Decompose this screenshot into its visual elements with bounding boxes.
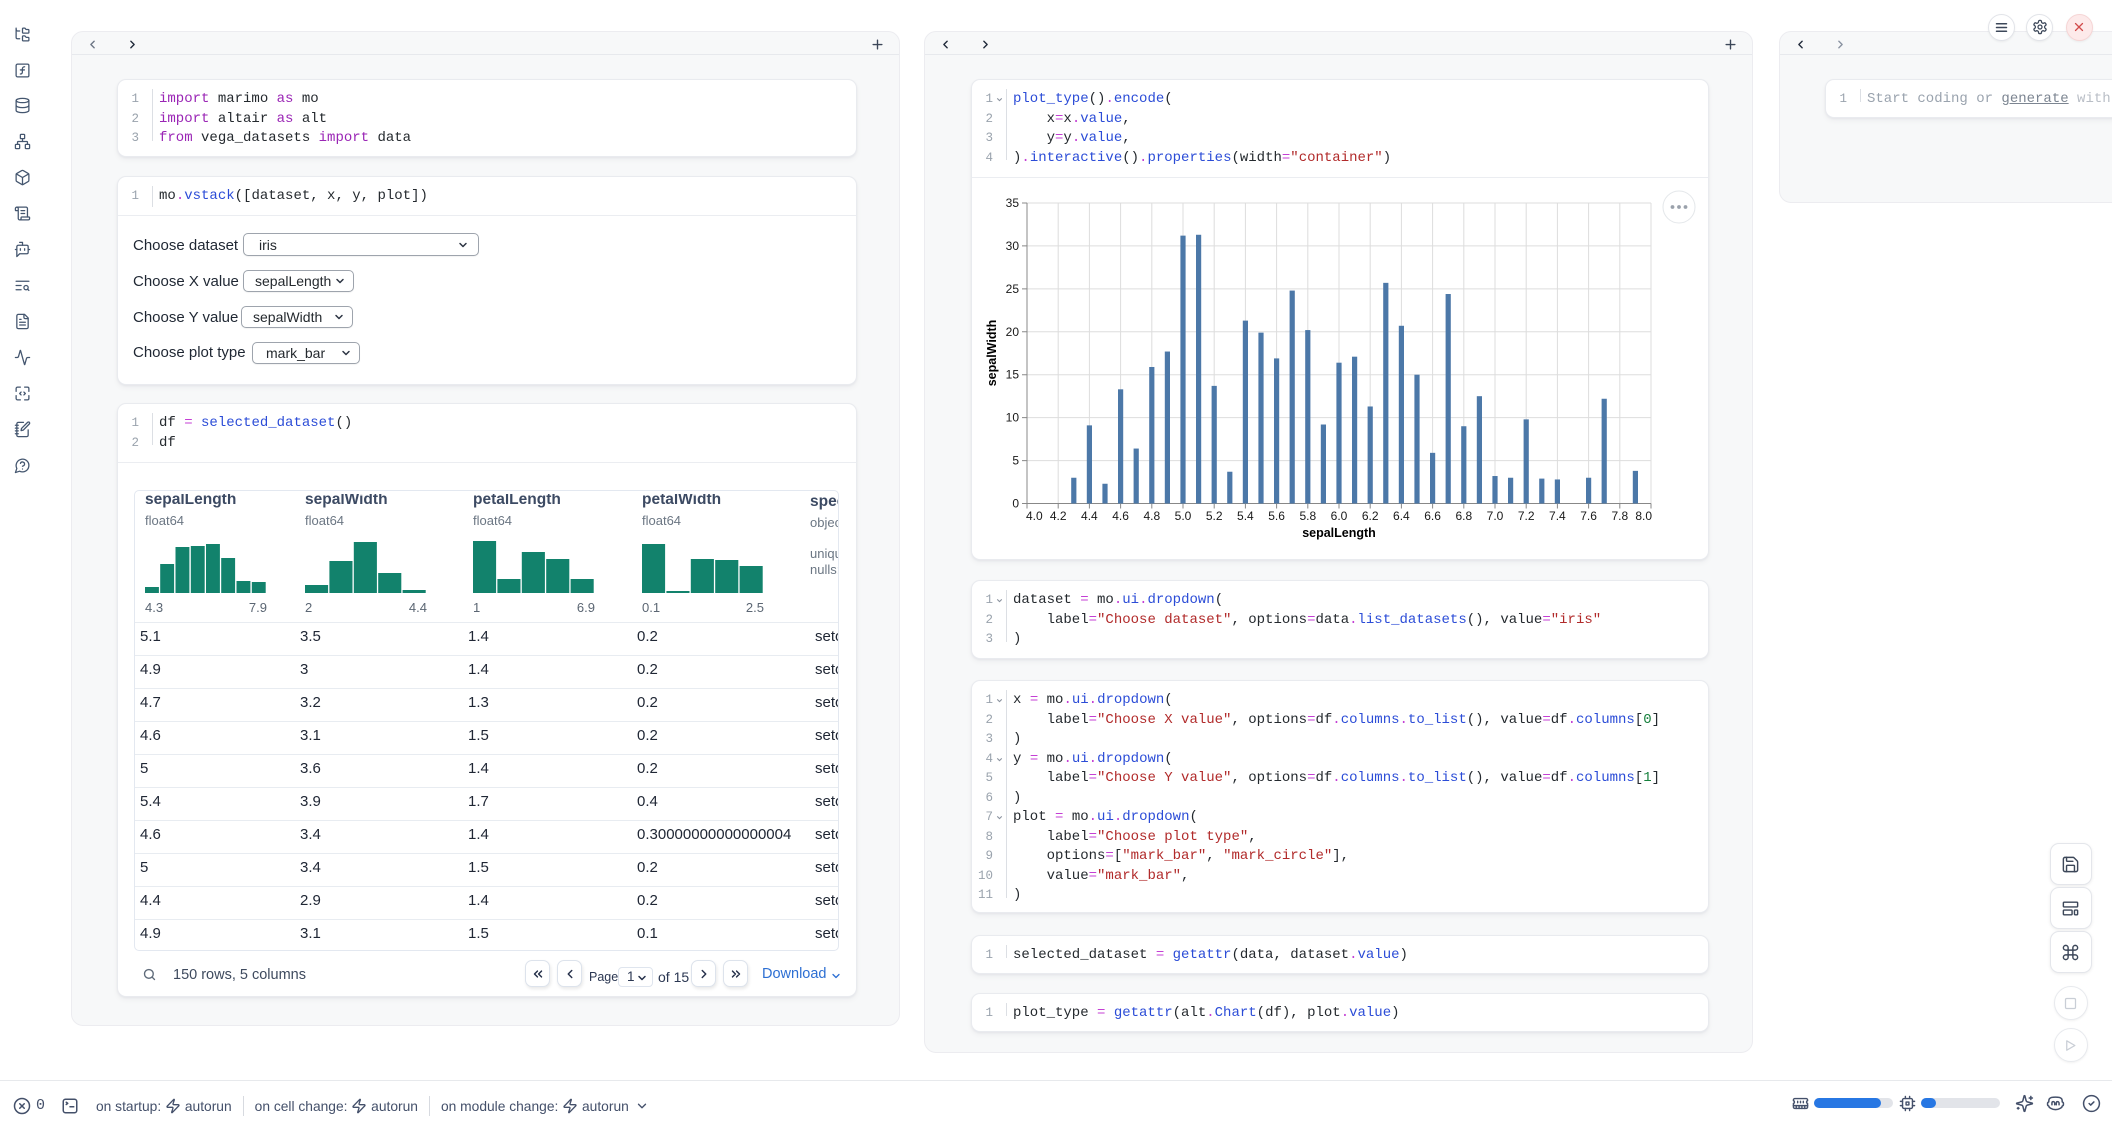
svg-text:4.6: 4.6: [1112, 509, 1129, 523]
svg-text:4.8: 4.8: [1143, 509, 1160, 523]
svg-text:sepalLength: sepalLength: [1302, 526, 1376, 540]
svg-text:6.4: 6.4: [1393, 509, 1410, 523]
svg-text:4.4: 4.4: [1081, 509, 1098, 523]
svg-text:4.2: 4.2: [1050, 509, 1067, 523]
svg-text:15: 15: [1006, 368, 1020, 382]
svg-text:7.0: 7.0: [1487, 509, 1504, 523]
svg-text:7.2: 7.2: [1518, 509, 1535, 523]
svg-text:4.0: 4.0: [1026, 509, 1043, 523]
svg-text:7.8: 7.8: [1611, 509, 1628, 523]
svg-text:5.4: 5.4: [1237, 509, 1254, 523]
svg-text:5.2: 5.2: [1206, 509, 1223, 523]
svg-text:5.6: 5.6: [1268, 509, 1285, 523]
svg-text:6.0: 6.0: [1331, 509, 1348, 523]
svg-text:6.6: 6.6: [1424, 509, 1441, 523]
svg-text:sepalWidth: sepalWidth: [985, 320, 999, 387]
svg-text:8.0: 8.0: [1635, 509, 1652, 523]
svg-text:5: 5: [1012, 454, 1019, 468]
svg-text:25: 25: [1006, 282, 1020, 296]
svg-text:6.8: 6.8: [1455, 509, 1472, 523]
svg-text:7.4: 7.4: [1549, 509, 1566, 523]
svg-text:20: 20: [1006, 325, 1020, 339]
svg-text:10: 10: [1006, 411, 1020, 425]
svg-text:5.0: 5.0: [1175, 509, 1192, 523]
svg-text:6.2: 6.2: [1362, 509, 1379, 523]
svg-text:7.6: 7.6: [1580, 509, 1597, 523]
svg-text:5.8: 5.8: [1299, 509, 1316, 523]
svg-text:35: 35: [1006, 196, 1020, 210]
svg-text:0: 0: [1012, 497, 1019, 511]
svg-text:30: 30: [1006, 239, 1020, 253]
